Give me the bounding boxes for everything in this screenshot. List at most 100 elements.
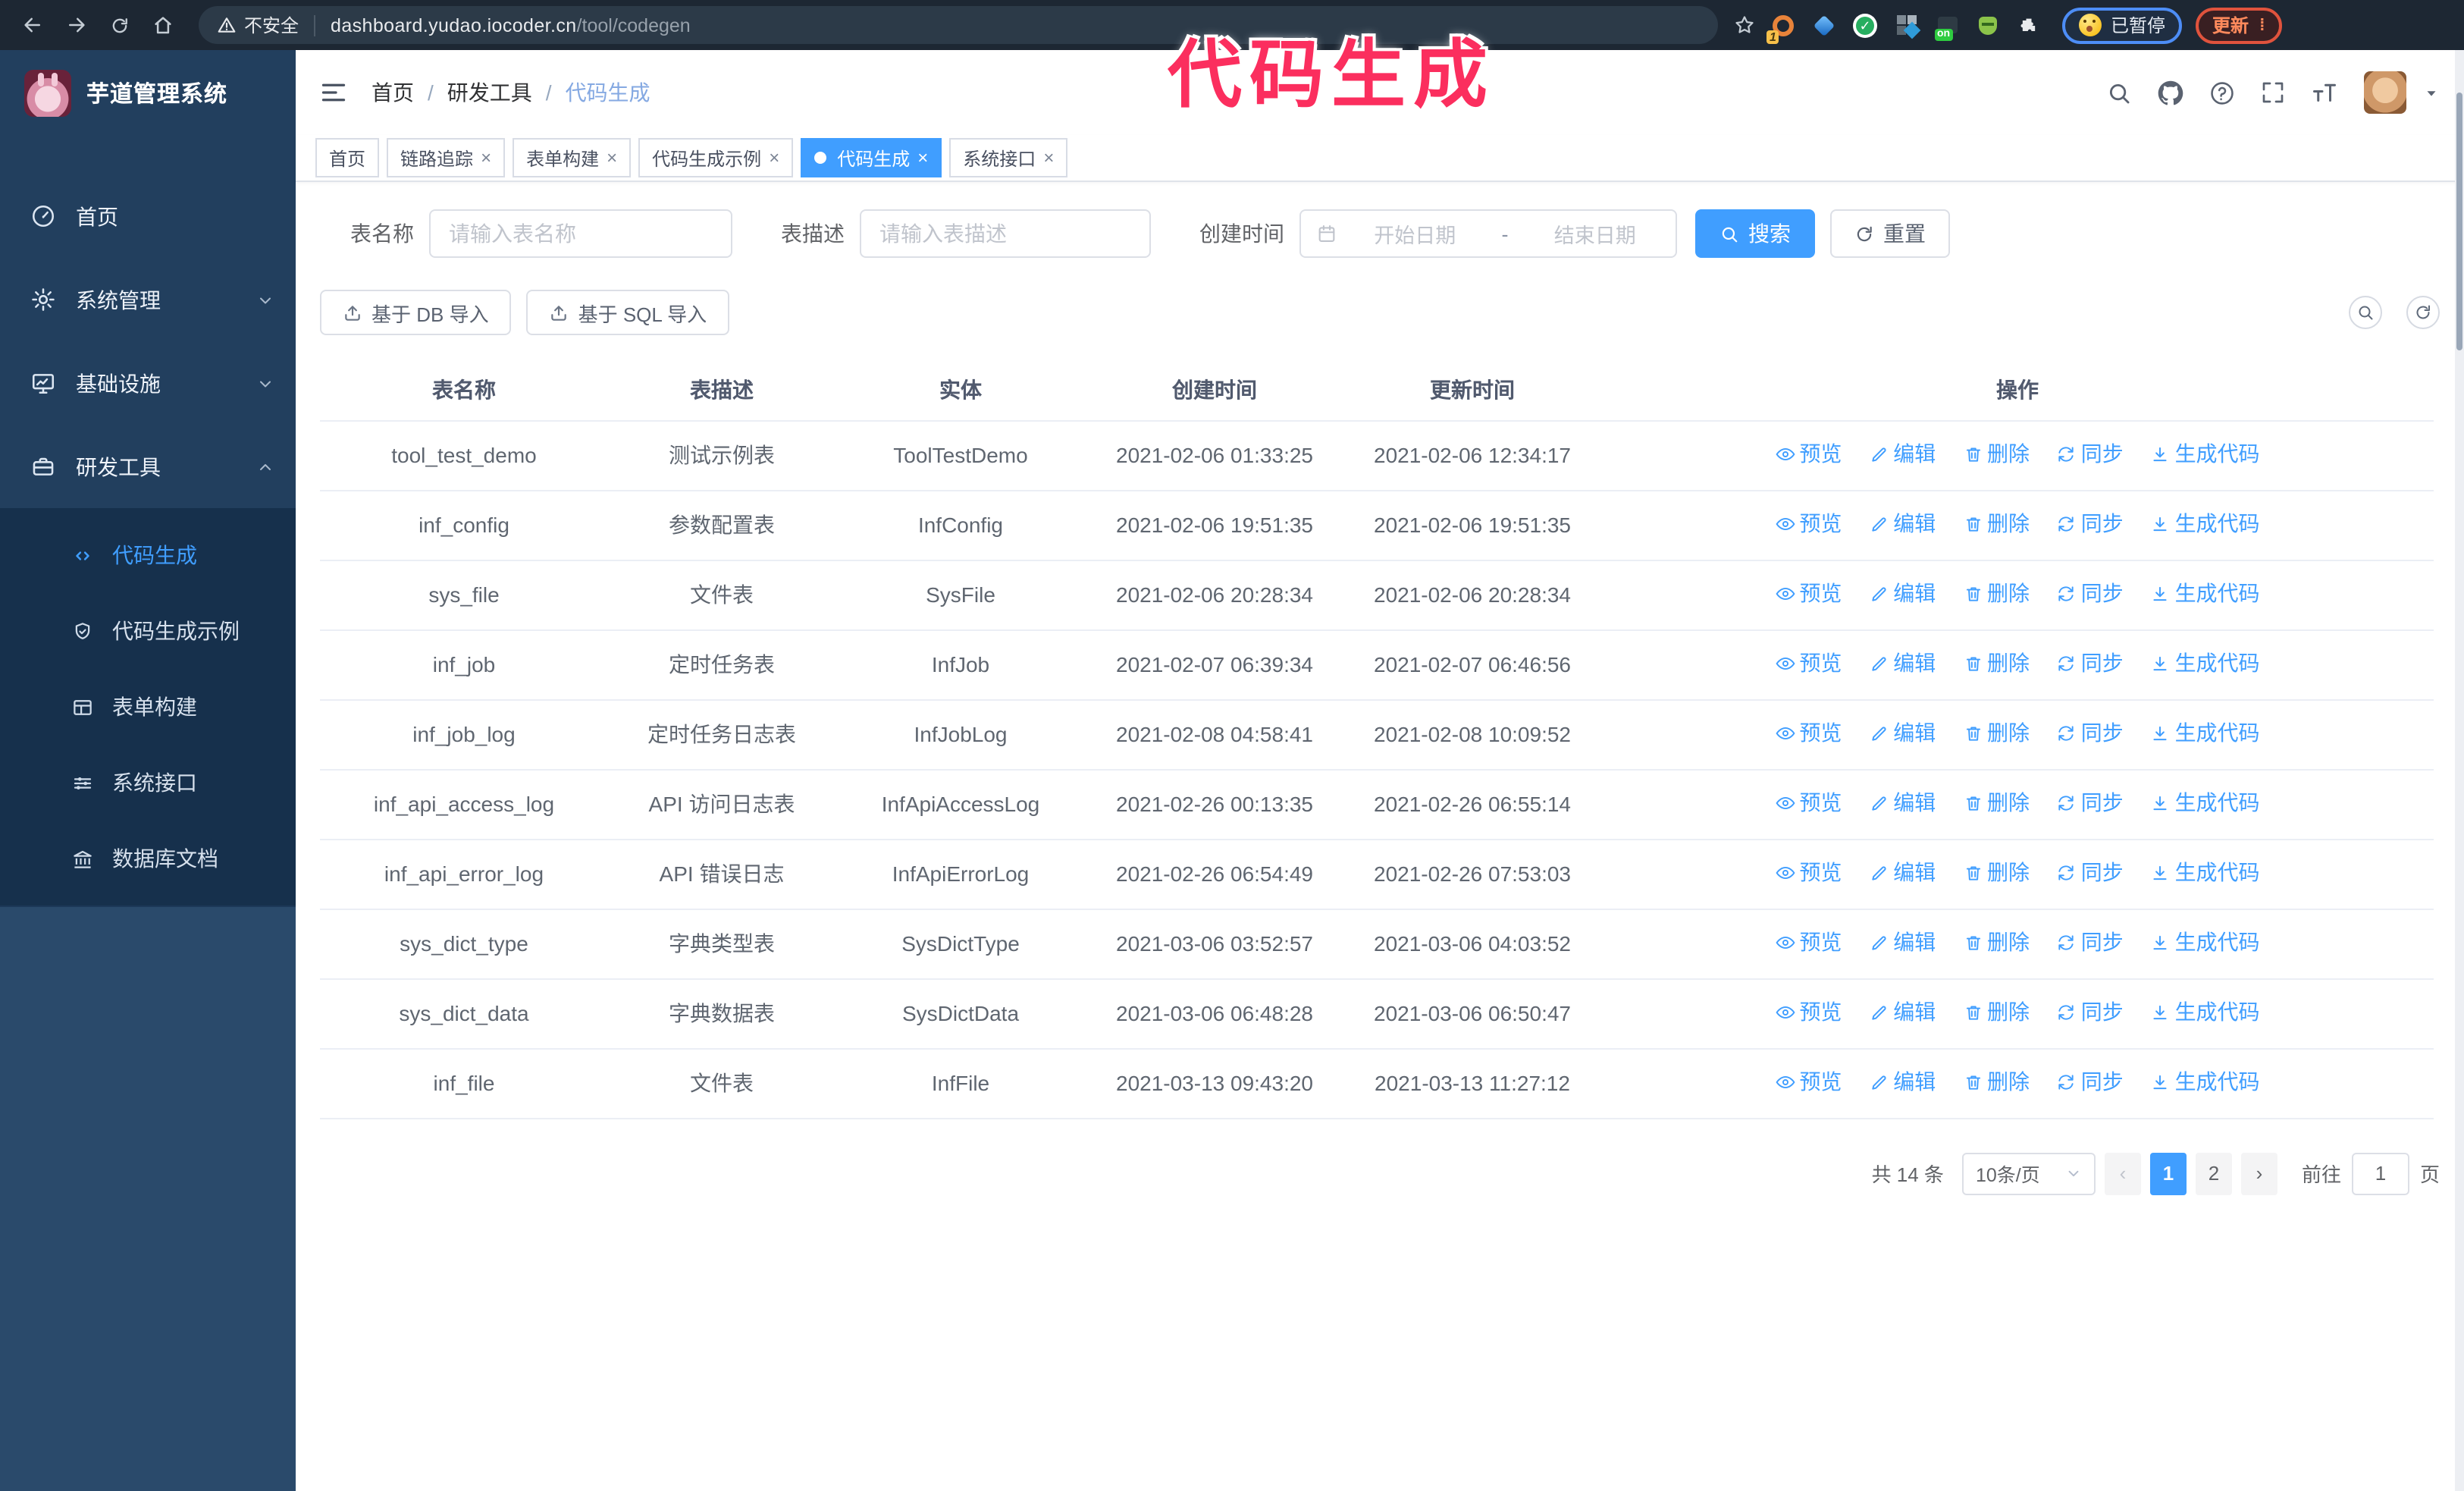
breadcrumb-devtools[interactable]: 研发工具 [447, 77, 532, 108]
search-icon[interactable] [2106, 80, 2132, 105]
close-icon[interactable]: × [917, 149, 928, 167]
profile-paused-badge[interactable]: 已暂停 [2062, 7, 2183, 43]
generate-code-link[interactable]: 生成代码 [2151, 507, 2260, 539]
sync-link[interactable]: 同步 [2057, 926, 2124, 958]
font-size-icon[interactable] [2311, 79, 2338, 106]
show-search-button[interactable] [2349, 296, 2382, 329]
generate-code-link[interactable]: 生成代码 [2151, 996, 2260, 1028]
preview-link[interactable]: 预览 [1775, 996, 1842, 1028]
sync-link[interactable]: 同步 [2057, 577, 2124, 609]
import-db-button[interactable]: 基于 DB 导入 [320, 290, 512, 335]
generate-code-link[interactable]: 生成代码 [2151, 577, 2260, 609]
delete-link[interactable]: 删除 [1963, 1066, 2030, 1097]
browser-home-icon[interactable] [152, 14, 174, 36]
edit-link[interactable]: 编辑 [1869, 438, 1936, 469]
sidebar-item-codegen-demo[interactable]: 代码生成示例 [0, 593, 296, 669]
table-row[interactable]: sys_dict_data 字典数据表 SysDictData 2021-03-… [320, 978, 2434, 1049]
delete-link[interactable]: 删除 [1963, 507, 2030, 539]
generate-code-link[interactable]: 生成代码 [2151, 717, 2260, 749]
edit-link[interactable]: 编辑 [1869, 717, 1936, 749]
sidebar-item-system[interactable]: 系统管理 [0, 258, 296, 341]
delete-link[interactable]: 删除 [1963, 856, 2030, 888]
preview-link[interactable]: 预览 [1775, 577, 1842, 609]
preview-link[interactable]: 预览 [1775, 786, 1842, 818]
hamburger-icon[interactable] [320, 79, 347, 106]
sidebar-item-db-doc[interactable]: 数据库文档 [0, 821, 296, 896]
edit-link[interactable]: 编辑 [1869, 577, 1936, 609]
table-row[interactable]: inf_job 定时任务表 InfJob 2021-02-07 06:39:34… [320, 629, 2434, 700]
sync-link[interactable]: 同步 [2057, 996, 2124, 1028]
sidebar-item-infra[interactable]: 基础设施 [0, 341, 296, 425]
sync-link[interactable]: 同步 [2057, 856, 2124, 888]
prev-page-button[interactable]: ‹ [2104, 1152, 2141, 1194]
table-row[interactable]: inf_api_error_log API 错误日志 InfApiErrorLo… [320, 839, 2434, 909]
browser-forward-icon[interactable] [65, 14, 88, 36]
github-icon[interactable] [2158, 80, 2183, 105]
scrollbar[interactable] [2455, 50, 2464, 1491]
delete-link[interactable]: 删除 [1963, 717, 2030, 749]
next-page-button[interactable]: › [2240, 1152, 2277, 1194]
sync-link[interactable]: 同步 [2057, 647, 2124, 679]
close-icon[interactable]: × [607, 149, 617, 167]
sync-link[interactable]: 同步 [2057, 786, 2124, 818]
user-avatar[interactable] [2364, 71, 2406, 114]
browser-update-button[interactable]: 更新 ⁞ [2196, 7, 2282, 43]
refresh-table-button[interactable] [2406, 296, 2440, 329]
tab-home[interactable]: 首页 [315, 138, 380, 177]
sidebar-item-form-builder[interactable]: 表单构建 [0, 669, 296, 745]
sync-link[interactable]: 同步 [2057, 438, 2124, 469]
extensions-puzzle-icon[interactable] [2015, 11, 2042, 39]
sidebar-item-api[interactable]: 系统接口 [0, 745, 296, 821]
preview-link[interactable]: 预览 [1775, 856, 1842, 888]
preview-link[interactable]: 预览 [1775, 647, 1842, 679]
table-row[interactable]: inf_file 文件表 InfFile 2021-03-13 09:43:20… [320, 1048, 2434, 1119]
sync-link[interactable]: 同步 [2057, 717, 2124, 749]
delete-link[interactable]: 删除 [1963, 926, 2030, 958]
goto-page-input[interactable] [2351, 1152, 2409, 1194]
edit-link[interactable]: 编辑 [1869, 856, 1936, 888]
delete-link[interactable]: 删除 [1963, 647, 2030, 679]
table-row[interactable]: sys_dict_type 字典类型表 SysDictType 2021-03-… [320, 909, 2434, 979]
edit-link[interactable]: 编辑 [1869, 1066, 1936, 1097]
delete-link[interactable]: 删除 [1963, 786, 2030, 818]
close-icon[interactable]: × [481, 149, 491, 167]
app-logo-row[interactable]: 芋道管理系统 [0, 50, 296, 137]
table-row[interactable]: tool_test_demo 测试示例表 ToolTestDemo 2021-0… [320, 420, 2434, 491]
tab-form-builder[interactable]: 表单构建 × [513, 138, 632, 177]
preview-link[interactable]: 预览 [1775, 507, 1842, 539]
security-chip[interactable]: 不安全 [217, 12, 299, 38]
tab-tracing[interactable]: 链路追踪 × [387, 138, 506, 177]
generate-code-link[interactable]: 生成代码 [2151, 926, 2260, 958]
help-icon[interactable] [2209, 80, 2235, 105]
page-button-2[interactable]: 2 [2195, 1152, 2232, 1194]
extension-check-icon[interactable]: ✓ [1851, 11, 1879, 39]
browser-back-icon[interactable] [21, 14, 44, 36]
browser-menu-dots-icon[interactable]: ⁞ [2259, 17, 2265, 33]
extension-diamond-icon[interactable] [1810, 11, 1838, 39]
tab-codegen-demo[interactable]: 代码生成示例 × [638, 138, 794, 177]
delete-link[interactable]: 删除 [1963, 438, 2030, 469]
breadcrumb-home[interactable]: 首页 [371, 77, 414, 108]
table-row[interactable]: inf_config 参数配置表 InfConfig 2021-02-06 19… [320, 490, 2434, 560]
close-icon[interactable]: × [1043, 149, 1054, 167]
preview-link[interactable]: 预览 [1775, 717, 1842, 749]
sync-link[interactable]: 同步 [2057, 507, 2124, 539]
scrollbar-thumb[interactable] [2456, 93, 2462, 350]
import-sql-button[interactable]: 基于 SQL 导入 [526, 290, 730, 335]
extension-bot-icon[interactable] [1974, 11, 2002, 39]
extension-grid-icon[interactable] [1892, 11, 1920, 39]
bookmark-star-icon[interactable] [1733, 14, 1756, 36]
extension-orange-icon[interactable]: 1 [1766, 11, 1797, 43]
edit-link[interactable]: 编辑 [1869, 647, 1936, 679]
edit-link[interactable]: 编辑 [1869, 926, 1936, 958]
table-desc-input[interactable] [860, 209, 1151, 258]
reset-button[interactable]: 重置 [1830, 209, 1950, 258]
delete-link[interactable]: 删除 [1963, 577, 2030, 609]
close-icon[interactable]: × [769, 149, 779, 167]
delete-link[interactable]: 删除 [1963, 996, 2030, 1028]
sidebar-item-devtools[interactable]: 研发工具 [0, 425, 296, 508]
preview-link[interactable]: 预览 [1775, 1066, 1842, 1097]
search-button[interactable]: 搜索 [1695, 209, 1815, 258]
table-name-input[interactable] [429, 209, 732, 258]
edit-link[interactable]: 编辑 [1869, 507, 1936, 539]
